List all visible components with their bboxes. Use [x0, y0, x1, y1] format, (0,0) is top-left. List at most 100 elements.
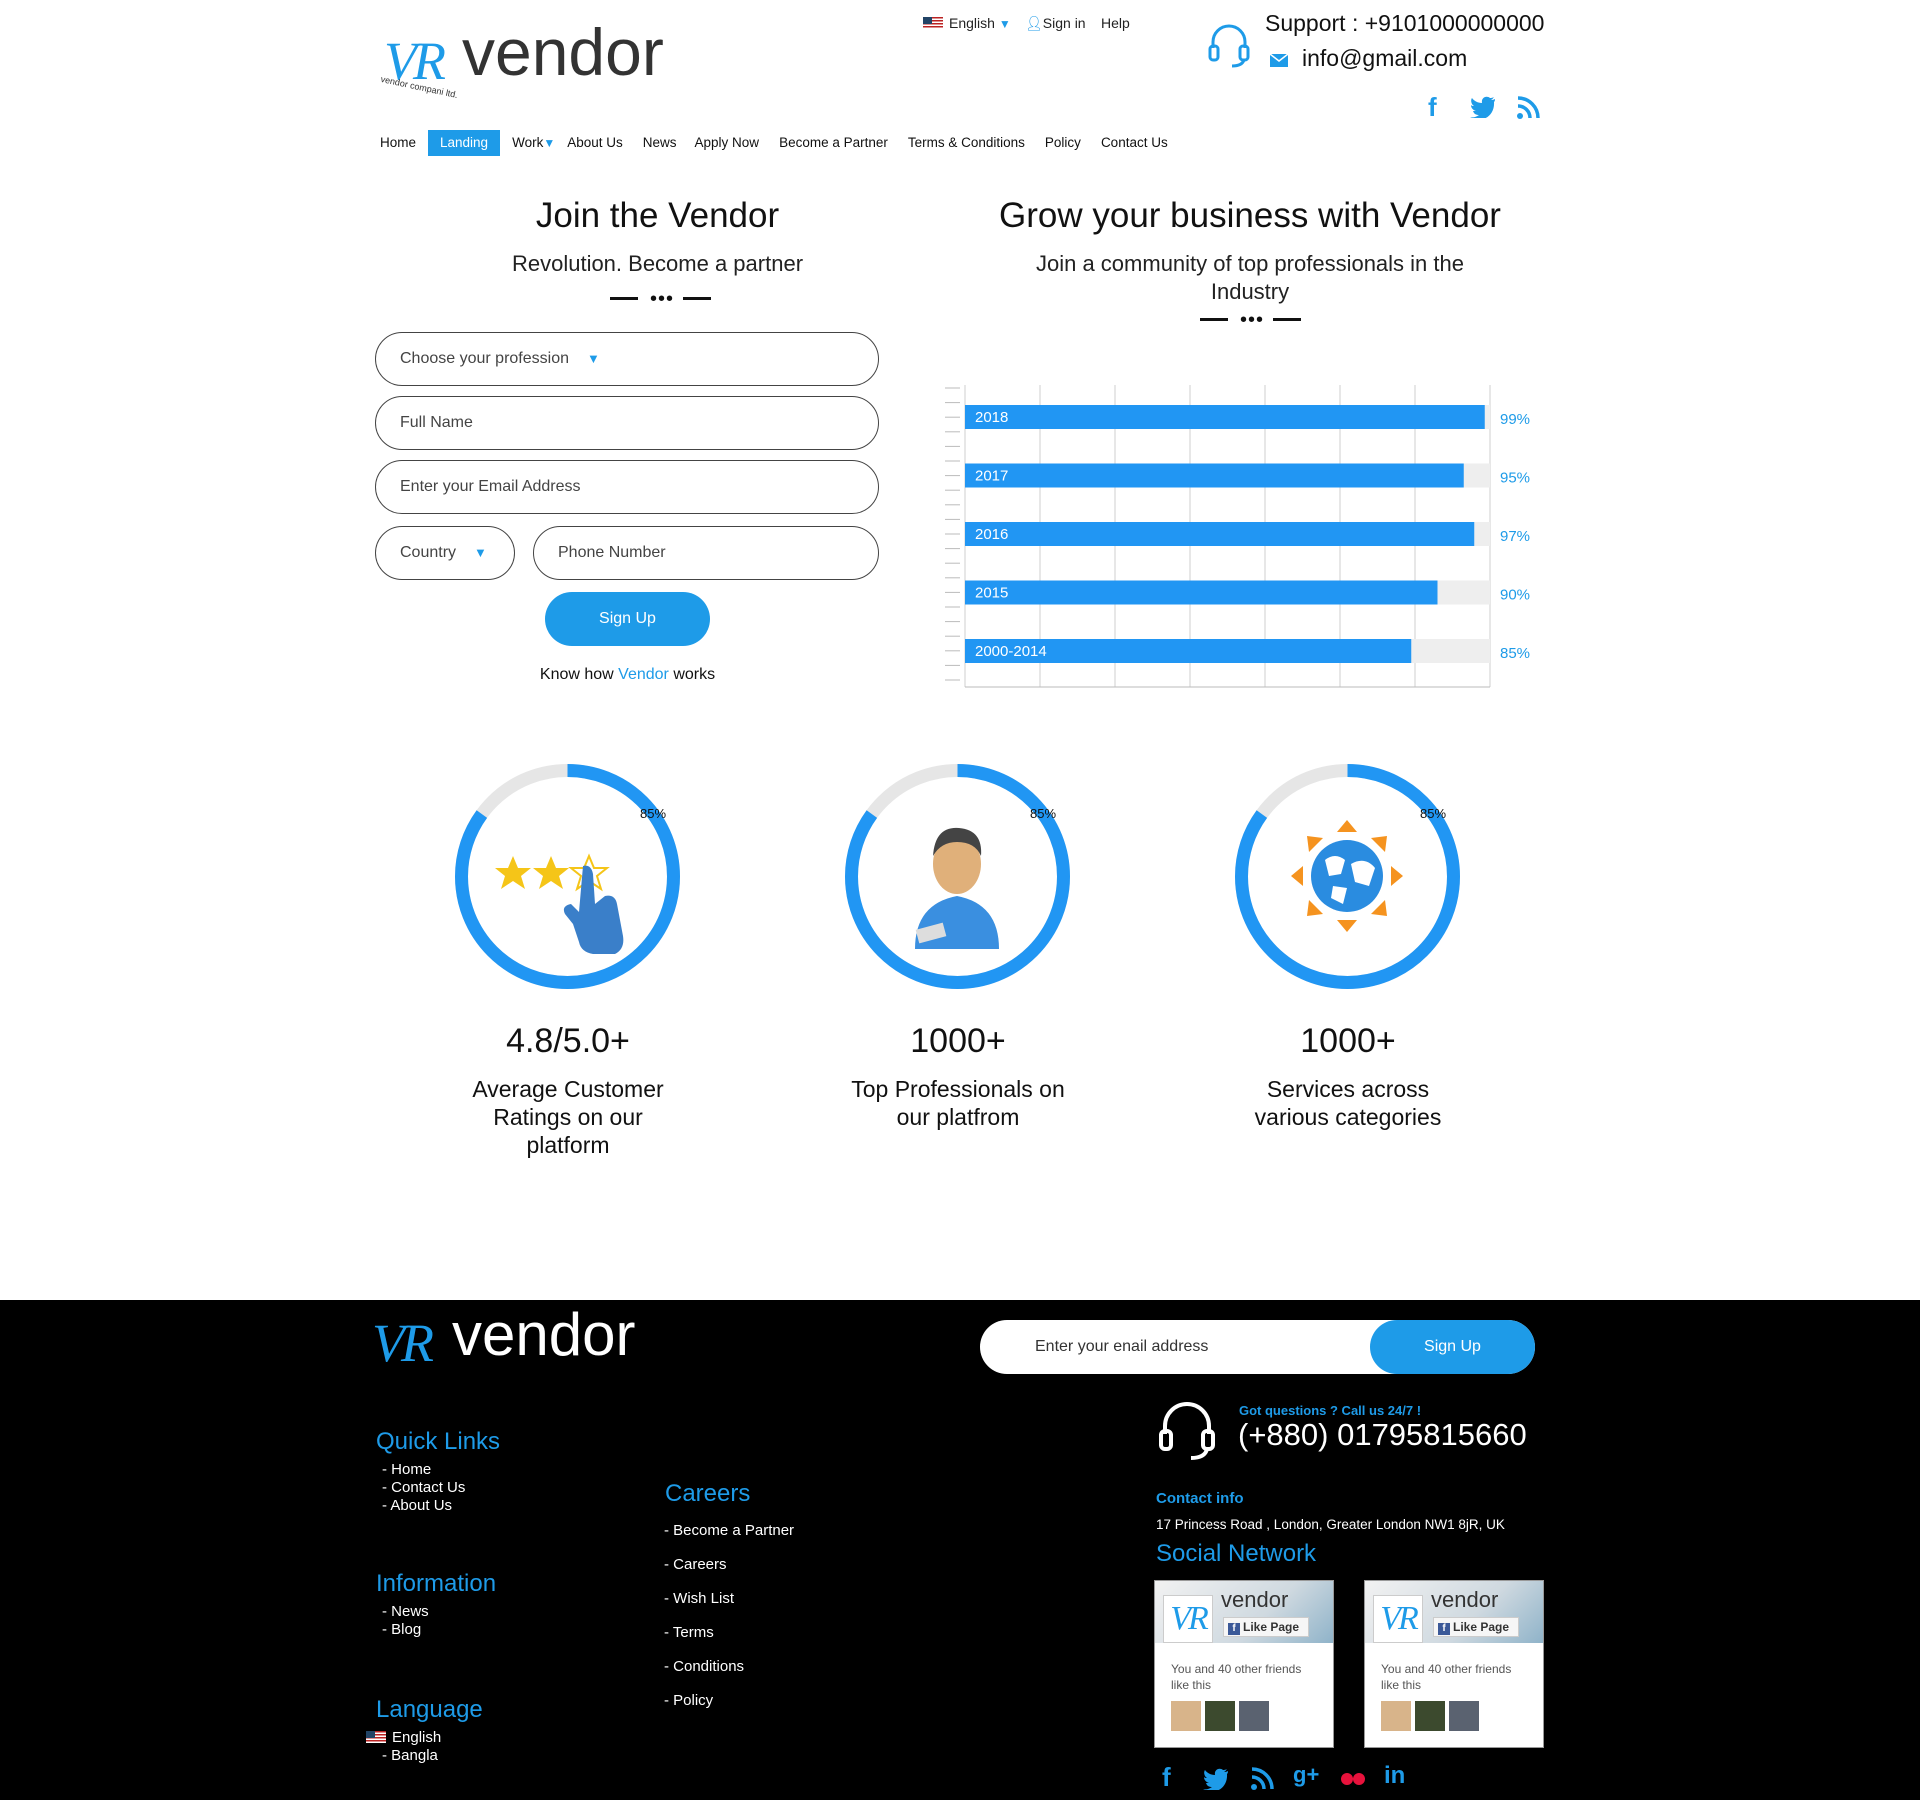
footer-link-home[interactable]: - Home [382, 1461, 465, 1479]
stat-label-line: Services across [1266, 1076, 1430, 1102]
footer-link-blog[interactable]: - Blog [382, 1621, 429, 1639]
stat-number: 1000+ [910, 1022, 1006, 1060]
contact-address: 17 Princess Road , London, Greater Londo… [1156, 1517, 1505, 1532]
language-selector[interactable]: English ▼ [923, 15, 1011, 31]
full-name-input[interactable]: Full Name [375, 396, 879, 450]
nav-become-partner[interactable]: Become a Partner [769, 130, 898, 156]
stat-label-line: Top Professionals on [851, 1076, 1065, 1102]
join-title: Join the Vendor [535, 196, 780, 235]
twitter-icon[interactable] [1203, 1768, 1229, 1790]
bar-value-label: 99% [1500, 411, 1530, 428]
bar-2016 [965, 522, 1475, 546]
join-subtitle: Revolution. Become a partner [511, 251, 804, 276]
friend-avatar [1415, 1701, 1445, 1731]
country-select[interactable]: Country ▼ [375, 526, 515, 580]
footer-link-conditions[interactable]: - Conditions [664, 1650, 794, 1684]
mail-icon [1270, 54, 1288, 67]
stat-label-line: our platfrom [896, 1104, 1020, 1130]
nav-news[interactable]: News [635, 130, 685, 156]
logo-name: vendor [462, 15, 664, 89]
bar-category-label: 2016 [975, 526, 1008, 543]
facebook-icon[interactable]: f [1162, 1762, 1171, 1793]
bar-category-label: 2018 [975, 409, 1008, 426]
bar-2015 [965, 580, 1438, 605]
grow-subtitle-2: Industry [1210, 279, 1290, 304]
professional-person-icon [915, 827, 999, 949]
fb-like-label: Like Page [1453, 1620, 1510, 1634]
footer-link-become-partner[interactable]: - Become a Partner [664, 1514, 794, 1548]
support-phone: Support : +9101000000000 [1265, 10, 1545, 36]
facebook-icon[interactable]: f [1428, 92, 1437, 123]
fb-friends-text: You and 40 other friends like this [1381, 1662, 1512, 1692]
facebook-page-widget[interactable]: VR vendor f Like Page You and 40 other fr… [1364, 1580, 1544, 1748]
nav-work[interactable]: Work▼ [500, 130, 555, 156]
nav-contact-us[interactable]: Contact Us [1091, 130, 1178, 156]
fb-like-button[interactable]: f Like Page [1433, 1617, 1519, 1637]
globe-arrows-icon [1291, 820, 1403, 932]
know-pre: Know how [539, 666, 619, 683]
footer-link-contact[interactable]: - Contact Us [382, 1479, 465, 1497]
nav-work-label: Work [512, 135, 544, 150]
stat-percent: 85% [1420, 806, 1447, 821]
bar-category-label: 2015 [975, 585, 1008, 602]
fb-like-button[interactable]: f Like Page [1223, 1617, 1309, 1637]
nav-landing[interactable]: Landing [428, 130, 501, 156]
main-nav: Home Landing Work▼ About Us News Apply N… [368, 130, 1178, 156]
google-plus-icon[interactable]: g+ [1293, 1762, 1319, 1788]
sign-up-button[interactable]: Sign Up [545, 592, 710, 646]
nav-terms[interactable]: Terms & Conditions [898, 130, 1035, 156]
footer-link-policy[interactable]: - Policy [664, 1684, 794, 1718]
friend-avatar [1449, 1701, 1479, 1731]
bar-value-label: 95% [1500, 470, 1530, 487]
social-network-title: Social Network [1156, 1540, 1317, 1567]
nav-apply-now[interactable]: Apply Now [685, 130, 770, 156]
careers-title: Careers [665, 1480, 751, 1507]
profession-placeholder: Choose your profession [400, 350, 569, 367]
footer-lang-english[interactable]: English [366, 1729, 441, 1747]
help-link[interactable]: Help [1101, 15, 1130, 31]
stat-number: 4.8/5.0+ [506, 1022, 630, 1060]
rss-icon[interactable] [1516, 96, 1540, 120]
fb-page-name: vendor [1221, 1587, 1289, 1612]
footer-link-news[interactable]: - News [382, 1603, 429, 1621]
profession-select[interactable]: Choose your profession ▼ [375, 332, 879, 386]
footer-phone[interactable]: (+880) 01795815660 [1238, 1417, 1527, 1453]
flickr-icon[interactable] [1340, 1772, 1366, 1786]
chevron-down-icon: ▼ [998, 17, 1011, 31]
information-list: - News - Blog [382, 1603, 429, 1639]
nav-home[interactable]: Home [368, 130, 428, 156]
fb-page-name: vendor [1431, 1587, 1499, 1612]
stat-progress-ring [1235, 764, 1460, 989]
email-input[interactable]: Enter your Email Address [375, 460, 879, 514]
bar-value-label: 90% [1500, 587, 1530, 604]
stat-number: 1000+ [1300, 1022, 1396, 1060]
footer-link-careers[interactable]: - Careers [664, 1548, 794, 1582]
footer-link-about[interactable]: - About Us [382, 1497, 465, 1515]
sign-in-link[interactable]: 👤︎Sign in [1025, 15, 1086, 32]
information-title: Information [376, 1570, 497, 1597]
nav-about-us[interactable]: About Us [555, 130, 635, 156]
country-placeholder: Country [400, 544, 457, 561]
newsletter-sign-up-button[interactable]: Sign Up [1370, 1320, 1535, 1374]
vendor-link[interactable]: Vendor [618, 666, 669, 683]
bar-2018 [965, 405, 1485, 429]
phone-input[interactable]: Phone Number [533, 526, 879, 580]
bar-value-label: 97% [1500, 528, 1530, 545]
footer-link-wish-list[interactable]: - Wish List [664, 1582, 794, 1616]
grow-subtitle-1: Join a community of top professionals in… [1035, 251, 1464, 276]
footer-lang-bangla[interactable]: - Bangla [366, 1747, 441, 1765]
facebook-page-widget[interactable]: VR vendor f Like Page You and 40 other fr… [1154, 1580, 1334, 1748]
support-email[interactable]: info@gmail.com [1302, 45, 1467, 72]
footer-link-terms[interactable]: - Terms [664, 1616, 794, 1650]
nav-policy[interactable]: Policy [1035, 130, 1091, 156]
twitter-icon[interactable] [1470, 96, 1496, 118]
us-flag-icon [923, 17, 943, 29]
footer: VR vendor Enter your enail address Sign … [0, 1300, 1920, 1800]
linkedin-icon[interactable]: in [1384, 1762, 1405, 1790]
friend-avatar [1239, 1701, 1269, 1731]
language-title: Language [376, 1696, 483, 1723]
rss-icon[interactable] [1250, 1767, 1274, 1791]
friend-avatar [1205, 1701, 1235, 1731]
stat-label-line: Average Customer [472, 1076, 664, 1102]
fb-like-label: Like Page [1243, 1620, 1300, 1634]
